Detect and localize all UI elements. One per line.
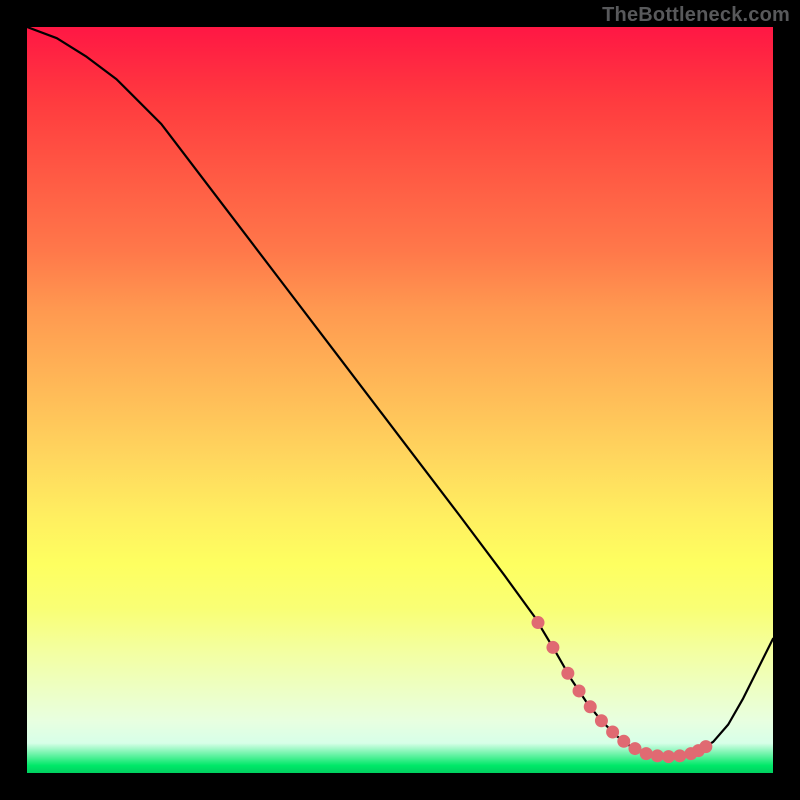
- valley-marker: [584, 700, 597, 713]
- valley-marker: [662, 750, 675, 763]
- bottleneck-curve: [27, 27, 773, 757]
- valley-marker: [546, 641, 559, 654]
- watermark-text: TheBottleneck.com: [602, 4, 790, 27]
- valley-marker: [595, 714, 608, 727]
- valley-marker: [617, 735, 630, 748]
- valley-marker: [651, 749, 664, 762]
- valley-marker: [699, 740, 712, 753]
- valley-marker: [640, 747, 653, 760]
- valley-marker: [628, 742, 641, 755]
- valley-marker: [532, 616, 545, 629]
- plot-area: [27, 27, 773, 773]
- valley-marker: [673, 749, 686, 762]
- chart-frame: TheBottleneck.com: [0, 0, 800, 800]
- valley-marker: [606, 725, 619, 738]
- valley-marker: [561, 667, 574, 680]
- valley-marker: [573, 684, 586, 697]
- curve-layer: [27, 27, 773, 773]
